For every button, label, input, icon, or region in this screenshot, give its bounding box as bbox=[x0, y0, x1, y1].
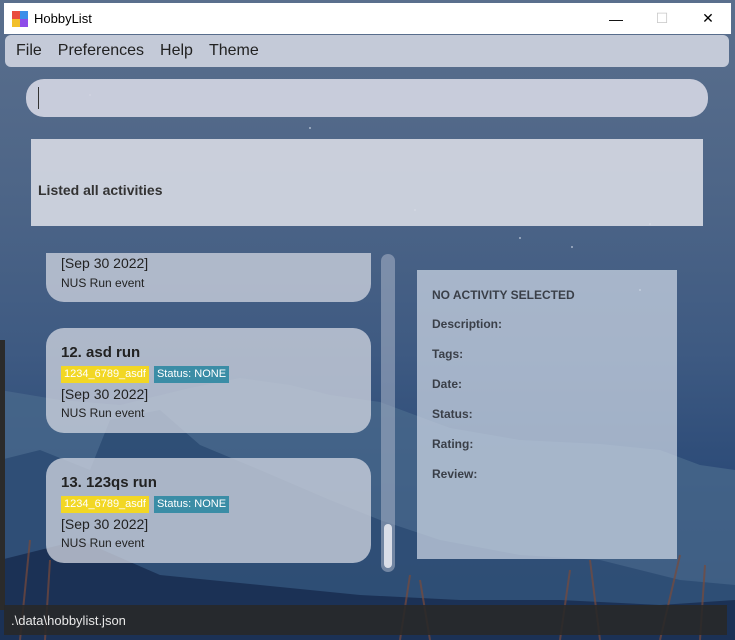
activity-date: [Sep 30 2022] bbox=[61, 516, 149, 532]
scrollbar-thumb[interactable] bbox=[384, 524, 392, 568]
list-item[interactable]: 12. asd run 1234_6789_asdf Status: NONE … bbox=[46, 328, 371, 433]
menu-help[interactable]: Help bbox=[160, 42, 193, 60]
text-caret bbox=[38, 87, 39, 109]
menu-theme[interactable]: Theme bbox=[209, 42, 259, 60]
status-badge: Status: NONE bbox=[153, 496, 230, 513]
app-icon bbox=[12, 10, 28, 27]
detail-status-label: Status: bbox=[432, 407, 473, 421]
activity-name: 13. 123qs run bbox=[61, 474, 157, 491]
close-button[interactable]: ✕ bbox=[685, 3, 731, 34]
detail-rating-label: Rating: bbox=[432, 437, 474, 451]
detail-description-label: Description: bbox=[432, 317, 503, 331]
activity-detail-panel: NO ACTIVITY SELECTED Description: Tags: … bbox=[417, 270, 677, 559]
activity-date: [Sep 30 2022] bbox=[61, 255, 149, 271]
activity-date: [Sep 30 2022] bbox=[61, 386, 149, 402]
window-title: HobbyList bbox=[34, 11, 92, 26]
title-bar: HobbyList — ☐ ✕ bbox=[4, 3, 731, 34]
background-window-edge bbox=[0, 340, 5, 610]
list-item[interactable]: 13. 123qs run 1234_6789_asdf Status: NON… bbox=[46, 458, 371, 563]
command-input[interactable] bbox=[26, 79, 708, 117]
result-display: Listed all activities bbox=[31, 139, 703, 226]
activity-description: NUS Run event bbox=[61, 276, 145, 290]
activity-description: NUS Run event bbox=[61, 536, 145, 550]
menu-preferences[interactable]: Preferences bbox=[58, 42, 144, 60]
detail-tags-label: Tags: bbox=[432, 347, 464, 361]
detail-date-label: Date: bbox=[432, 377, 463, 391]
menu-file[interactable]: File bbox=[16, 42, 42, 60]
maximize-button[interactable]: ☐ bbox=[639, 3, 685, 34]
tag-badge: 1234_6789_asdf bbox=[61, 496, 149, 513]
detail-review-label: Review: bbox=[432, 467, 478, 481]
list-scrollbar[interactable] bbox=[381, 254, 395, 572]
activity-name: 12. asd run bbox=[61, 344, 141, 361]
activity-list[interactable]: [Sep 30 2022] NUS Run event 12. asd run … bbox=[30, 253, 380, 571]
status-badge: Status: NONE bbox=[153, 366, 230, 383]
menu-bar: File Preferences Help Theme bbox=[5, 35, 729, 67]
activity-description: NUS Run event bbox=[61, 406, 145, 420]
tag-badge: 1234_6789_asdf bbox=[61, 366, 149, 383]
result-message: Listed all activities bbox=[38, 182, 163, 198]
list-item[interactable]: [Sep 30 2022] NUS Run event bbox=[46, 253, 371, 302]
detail-header: NO ACTIVITY SELECTED bbox=[432, 288, 575, 302]
save-location: .\data\hobbylist.json bbox=[11, 612, 126, 628]
status-bar: .\data\hobbylist.json bbox=[4, 605, 727, 635]
minimize-button[interactable]: — bbox=[593, 3, 639, 34]
